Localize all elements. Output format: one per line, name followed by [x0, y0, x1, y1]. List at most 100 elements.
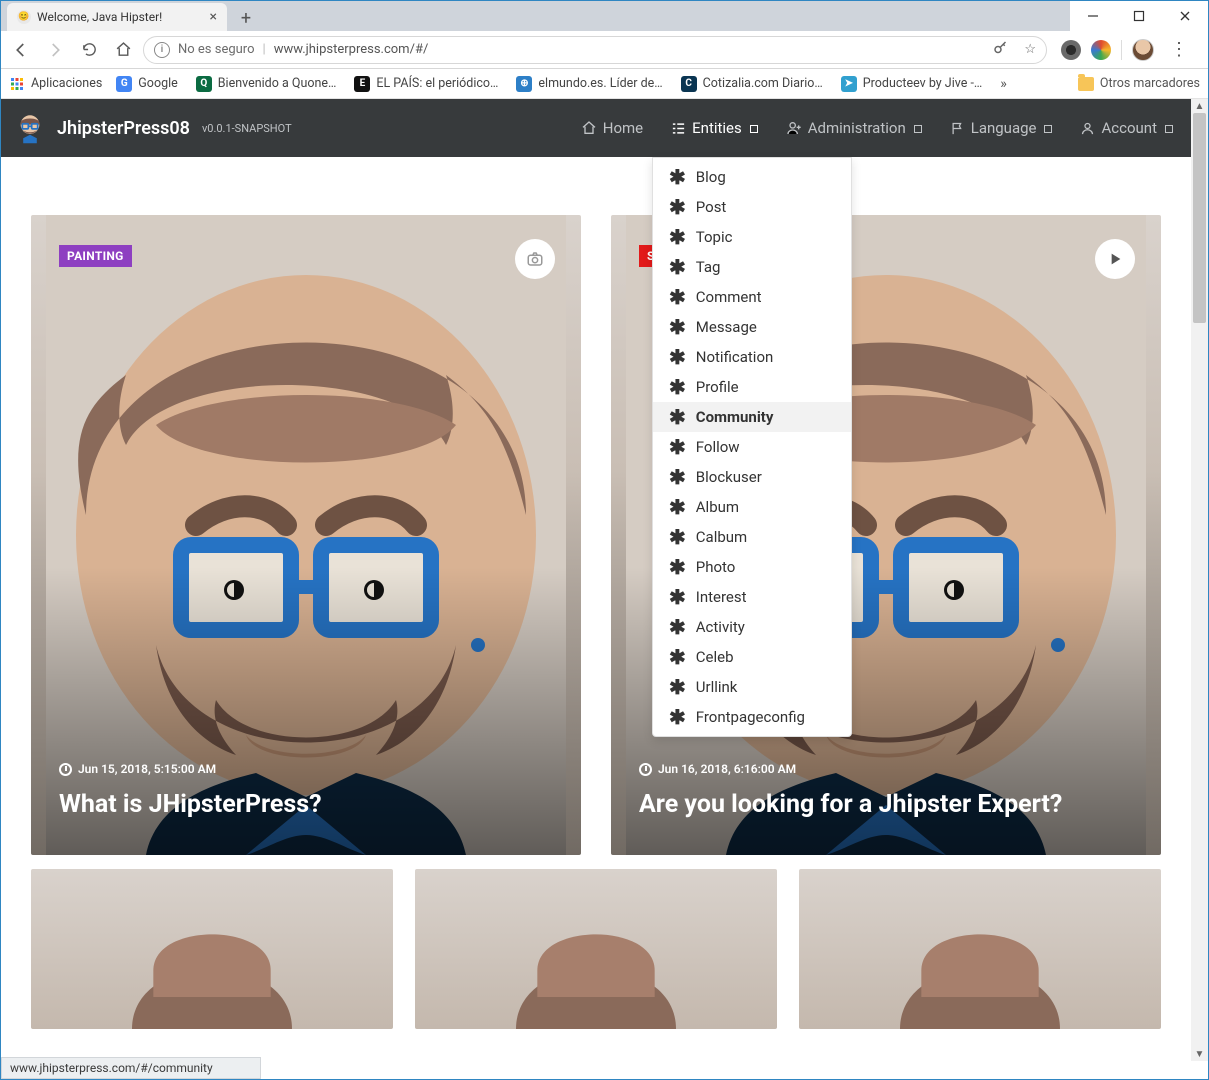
nav-language[interactable]: Language — [950, 119, 1053, 137]
status-url: www.jhipsterpress.com/#/community — [10, 1061, 213, 1075]
apps-label: Aplicaciones — [31, 76, 102, 91]
vertical-scrollbar[interactable]: ▲ ▼ — [1191, 99, 1208, 1061]
entities-menu-item-topic[interactable]: ✱Topic — [653, 222, 851, 252]
menu-item-label: Topic — [696, 228, 733, 246]
apps-shortcut[interactable]: Aplicaciones — [9, 76, 102, 92]
entities-menu-item-community[interactable]: ✱Community — [653, 402, 851, 432]
menu-item-label: Profile — [696, 378, 739, 396]
list-icon — [671, 121, 686, 136]
scroll-down-icon[interactable]: ▼ — [1191, 1047, 1208, 1061]
asterisk-icon: ✱ — [669, 287, 686, 307]
bookmark-label: Google — [138, 76, 177, 91]
entities-menu-item-message[interactable]: ✱Message — [653, 312, 851, 342]
bookmark-item[interactable]: GGoogle — [116, 76, 177, 92]
scrollbar-thumb[interactable] — [1193, 113, 1206, 323]
app-navbar: JhipsterPress08 v0.0.1-SNAPSHOT Home Ent… — [1, 99, 1191, 157]
key-icon[interactable] — [992, 39, 1010, 61]
entities-menu-item-notification[interactable]: ✱Notification — [653, 342, 851, 372]
entities-menu-item-interest[interactable]: ✱Interest — [653, 582, 851, 612]
forward-button[interactable] — [41, 36, 69, 64]
asterisk-icon: ✱ — [669, 437, 686, 457]
entities-menu-item-tag[interactable]: ✱Tag — [653, 252, 851, 282]
entities-menu-item-follow[interactable]: ✱Follow — [653, 432, 851, 462]
entities-menu-item-comment[interactable]: ✱ Comment — [653, 282, 851, 312]
entities-menu-item-activity[interactable]: ✱ Activity — [653, 612, 851, 642]
address-bar[interactable]: i No es seguro | www.jhipsterpress.com/#… — [143, 36, 1047, 64]
entities-menu-item-album[interactable]: ✱Album — [653, 492, 851, 522]
bookmarks-bar: Aplicaciones GGoogle QBienvenido a Quone…… — [1, 69, 1208, 99]
nav-admin[interactable]: Administration — [786, 119, 922, 137]
entities-menu-item-urllink[interactable]: ✱Urllink — [653, 672, 851, 702]
window-close-button[interactable] — [1162, 1, 1208, 31]
menu-item-label: Notification — [696, 348, 774, 366]
bookmark-item[interactable]: CCotizalia.com Diario… — [681, 76, 823, 92]
asterisk-icon: ✱ — [669, 467, 686, 487]
window-minimize-button[interactable] — [1070, 1, 1116, 31]
close-tab-icon[interactable]: × — [210, 9, 217, 25]
bookmark-star-icon[interactable]: ☆ — [1024, 42, 1036, 57]
home-button[interactable] — [109, 36, 137, 64]
nav-account[interactable]: Account — [1080, 119, 1173, 137]
entities-menu-item-celeb[interactable]: ✱Celeb — [653, 642, 851, 672]
brand[interactable]: JhipsterPress08 v0.0.1-SNAPSHOT — [13, 111, 292, 145]
browser-menu-button[interactable]: ⋮ — [1164, 39, 1194, 60]
card-title: Are you looking for a Jhipster Expert? — [639, 790, 1133, 819]
entities-menu-item-frontpageconfig[interactable]: ✱Frontpageconfig — [653, 702, 851, 732]
bookmark-favicon-icon: ➤ — [841, 76, 857, 92]
back-button[interactable] — [7, 36, 35, 64]
menu-item-label: Calbum — [696, 528, 747, 546]
extension-icon[interactable] — [1091, 40, 1111, 60]
clock-icon — [639, 763, 652, 776]
asterisk-icon: ✱ — [669, 587, 686, 607]
nav-home[interactable]: Home — [581, 119, 643, 137]
brand-title: JhipsterPress08 — [57, 118, 190, 139]
caret-icon — [1044, 125, 1052, 133]
menu-item-label: Frontpageconfig — [696, 708, 805, 726]
nav-entities-label: Entities — [692, 119, 742, 137]
nav-admin-label: Administration — [808, 119, 906, 137]
entities-menu-item-blockuser[interactable]: ✱ Blockuser — [653, 462, 851, 492]
bookmark-item[interactable]: EEL PAÍS: el periódico… — [354, 76, 498, 92]
asterisk-icon: ✱ — [669, 257, 686, 277]
menu-item-label: Message — [696, 318, 757, 336]
window-maximize-button[interactable] — [1116, 1, 1162, 31]
entities-dropdown: ✱Blog✱Post✱Topic✱Tag✱Comment✱Message✱Not… — [652, 157, 852, 737]
menu-item-label: Blog — [696, 168, 726, 186]
entities-menu-item-calbum[interactable]: ✱ Calbum — [653, 522, 851, 552]
bookmarks-overflow-button[interactable]: » — [1000, 76, 1007, 92]
profile-avatar[interactable] — [1132, 39, 1154, 61]
entities-menu-item-blog[interactable]: ✱ Blog — [653, 162, 851, 192]
asterisk-icon: ✱ — [669, 167, 686, 187]
reload-button[interactable] — [75, 36, 103, 64]
menu-item-label: Blockuser — [696, 468, 762, 486]
card-thumbnail[interactable] — [799, 869, 1161, 1029]
insecure-label: No es seguro — [178, 42, 255, 57]
bookmark-favicon-icon: E — [354, 76, 370, 92]
bookmark-item[interactable]: ➤ Producteev by Jive -… — [841, 76, 982, 92]
extension-icon[interactable] — [1061, 40, 1081, 60]
bookmark-label: Producteev by Jive -… — [863, 76, 982, 91]
asterisk-icon: ✱ — [669, 617, 686, 637]
card-thumbnail[interactable] — [415, 869, 777, 1029]
site-info-icon[interactable]: i — [154, 42, 170, 58]
media-type-button[interactable] — [1095, 239, 1135, 279]
entities-menu-item-post[interactable]: ✱Post — [653, 192, 851, 222]
media-type-button[interactable] — [515, 239, 555, 279]
other-bookmarks-label: Otros marcadores — [1100, 76, 1200, 91]
menu-item-label: Activity — [696, 618, 745, 636]
bookmark-item[interactable]: ⊕elmundo.es. Líder de… — [516, 76, 662, 92]
menu-item-label: Comment — [696, 288, 762, 306]
other-bookmarks-button[interactable]: Otros marcadores — [1078, 76, 1200, 91]
entities-menu-item-photo[interactable]: ✱Photo — [653, 552, 851, 582]
folder-icon — [1078, 77, 1094, 91]
article-card[interactable]: PAINTING Jun 15, 2018, 5:15:00 AM What i… — [31, 215, 581, 855]
scroll-up-icon[interactable]: ▲ — [1191, 99, 1208, 113]
card-thumbnail[interactable] — [31, 869, 393, 1029]
new-tab-button[interactable]: + — [233, 5, 259, 31]
bookmark-item[interactable]: QBienvenido a Quone… — [196, 76, 337, 92]
browser-tab[interactable]: 😊 Welcome, Java Hipster! × — [7, 3, 227, 31]
category-badge[interactable]: PAINTING — [59, 245, 132, 267]
entities-menu-item-profile[interactable]: ✱Profile — [653, 372, 851, 402]
asterisk-icon: ✱ — [669, 527, 686, 547]
nav-entities[interactable]: Entities — [671, 119, 758, 137]
